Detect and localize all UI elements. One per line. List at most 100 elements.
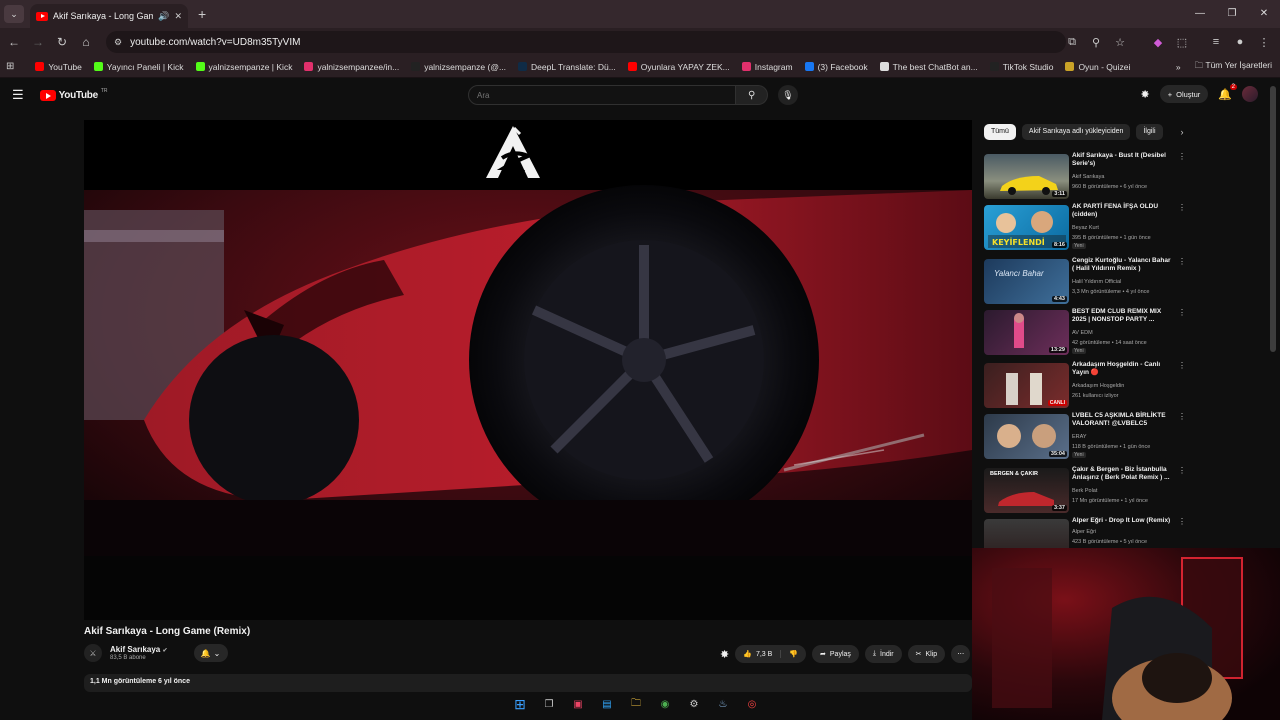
page-scrollbar[interactable] (1270, 86, 1276, 352)
chevron-right-icon[interactable]: › (1181, 127, 1184, 137)
rec-channel[interactable]: Halil Yıldırım Official (1072, 278, 1121, 286)
video-thumbnail[interactable] (984, 519, 1069, 549)
new-tab-button[interactable]: + (198, 6, 206, 22)
video-thumbnail[interactable]: 35:04 (984, 414, 1069, 459)
list-item[interactable]: 35:04 LVBEL C5 AŞKIMLA BİRLİKTE VALORANT… (984, 412, 1186, 460)
user-avatar[interactable] (1242, 86, 1258, 102)
share-button[interactable]: ➦ Paylaş (812, 645, 859, 663)
list-item[interactable]: BERGEN & ÇAKIR 3:37 Çakır & Bergen - Biz… (984, 466, 1186, 514)
app-icon-2[interactable]: ⚙ (684, 694, 704, 714)
menu-hamburger-icon[interactable]: ☰ (12, 87, 24, 103)
ai-sparkle-icon[interactable]: ✸ (1141, 88, 1150, 101)
rec-title[interactable]: BEST EDM CLUB REMIX MIX 2025 | NONSTOP P… (1072, 308, 1172, 324)
bookmark-quizei[interactable]: Oyun - Quizei (1060, 62, 1135, 72)
bookmark-youtube[interactable]: YouTube (30, 62, 86, 72)
bookmark-chatbot[interactable]: The best ChatBot an... (875, 62, 983, 72)
list-item[interactable]: KEYİFLENDİ 8:16 AK PARTİ FENA İFŞA OLDU … (984, 203, 1186, 251)
channel-avatar[interactable]: ⚔ (84, 644, 102, 662)
bookmark-tiktok-studio[interactable]: TikTok Studio (985, 62, 1059, 72)
bookmark-instagram-profile[interactable]: yalnizsempanzee/in... (299, 62, 404, 72)
back-icon[interactable]: ← (2, 35, 26, 49)
more-vertical-icon[interactable]: ⋮ (1178, 412, 1186, 421)
extension-icon[interactable]: ◆ (1148, 36, 1168, 49)
bookmark-facebook[interactable]: (3) Facebook (800, 62, 873, 72)
more-vertical-icon[interactable]: ⋮ (1178, 203, 1186, 212)
video-thumbnail[interactable]: 3:11 (984, 154, 1069, 199)
rec-channel[interactable]: Akif Sarıkaya (1072, 173, 1104, 181)
search-button[interactable]: ⚲ (736, 85, 768, 105)
list-item[interactable]: CANLI Arkadaşım Hoşgeldin - Canlı Yayın … (984, 361, 1186, 409)
more-vertical-icon[interactable]: ⋮ (1178, 361, 1186, 370)
bookmark-ai-games[interactable]: Oyunlara YAPAY ZEK... (623, 62, 735, 72)
restore-button[interactable]: ❐ (1216, 0, 1248, 28)
dislike-button[interactable]: 👎 (781, 650, 806, 658)
bookmark-star-icon[interactable]: ☆ (1110, 36, 1130, 49)
tab-search-button[interactable]: ⌄ (4, 5, 24, 23)
more-vertical-icon[interactable]: ⋮ (1178, 466, 1186, 475)
list-item[interactable]: Alper Eğri - Drop It Low (Remix) Alper E… (984, 517, 1184, 549)
more-vertical-icon[interactable]: ⋮ (1178, 308, 1186, 317)
rec-title[interactable]: Cengiz Kurtoğlu - Yalancı Bahar ( Halil … (1072, 257, 1172, 273)
rec-title[interactable]: AK PARTİ FENA İFŞA OLDU (cidden) (1072, 203, 1172, 219)
video-frame[interactable] (84, 120, 972, 556)
browser-menu-icon[interactable]: ⋮ (1254, 36, 1274, 49)
file-explorer-icon[interactable]: 🗀 (626, 694, 646, 714)
steam-icon[interactable]: ♨ (713, 694, 733, 714)
notifications-bell-icon[interactable]: 🔔 2 (1218, 83, 1237, 101)
video-thumbnail[interactable]: 13:29 (984, 310, 1069, 355)
bookmark-kick-panel[interactable]: Yayıncı Paneli | Kick (89, 62, 189, 72)
youtube-logo[interactable]: YouTube TR (39, 88, 108, 101)
more-vertical-icon[interactable]: ⋮ (1178, 257, 1186, 266)
close-window-button[interactable]: ✕ (1248, 0, 1280, 28)
download-button[interactable]: ⤓ İndir (864, 645, 902, 663)
reload-icon[interactable]: ↻ (50, 35, 74, 49)
close-tab-icon[interactable]: ✕ (174, 11, 182, 22)
create-button[interactable]: + Oluştur (1159, 85, 1209, 103)
site-info-icon[interactable]: ⚙ (114, 37, 122, 48)
profile-icon[interactable]: ● (1230, 36, 1250, 48)
rec-channel[interactable]: Arkadaşım Hoşgeldin (1072, 382, 1124, 390)
more-bookmarks-chevron-icon[interactable]: » (1176, 62, 1181, 72)
home-icon[interactable]: ⌂ (74, 35, 98, 49)
bookmark-tiktok-profile[interactable]: yalnizsempanze (@... (406, 62, 511, 72)
rec-channel[interactable]: Alper Eğri (1072, 528, 1096, 536)
rec-title[interactable]: Alper Eğri - Drop It Low (Remix) (1072, 517, 1172, 525)
bookmark-instagram[interactable]: Instagram (737, 62, 798, 72)
forward-icon[interactable]: → (26, 35, 50, 49)
rec-title[interactable]: Arkadaşım Hoşgeldin - Canlı Yayın 🔴 (1072, 361, 1172, 377)
store-icon[interactable]: ▤ (597, 694, 617, 714)
rec-channel[interactable]: ERAY (1072, 433, 1087, 441)
more-vertical-icon[interactable]: ⋮ (1178, 152, 1186, 161)
browser-active-icon[interactable]: ◎ (742, 694, 762, 714)
list-item[interactable]: 13:29 BEST EDM CLUB REMIX MIX 2025 | NON… (984, 308, 1186, 356)
clip-button[interactable]: ✂ Klip (907, 645, 946, 663)
search-input[interactable] (468, 85, 737, 105)
bookmark-deepl[interactable]: DeepL Translate: Dü... (513, 62, 621, 72)
video-thumbnail[interactable]: KEYİFLENDİ 8:16 (984, 205, 1069, 250)
video-thumbnail[interactable]: Yalancı Bahar 4:43 (984, 259, 1069, 304)
like-button[interactable]: 👍 7,3 B (735, 650, 782, 658)
rec-channel[interactable]: Beyaz Kurt (1072, 224, 1099, 232)
reading-list-icon[interactable]: ≡ (1206, 36, 1226, 48)
browser-tab[interactable]: Akif Sarıkaya - Long Game 🔊 ✕ (30, 4, 188, 28)
rec-title[interactable]: Çakır & Bergen - Biz İstanbulla Anlaşırı… (1072, 466, 1172, 482)
extensions-puzzle-icon[interactable]: ⬚ (1172, 36, 1192, 49)
cast-icon[interactable]: ⧉ (1062, 36, 1082, 49)
more-actions-button[interactable]: ⋯ (951, 645, 971, 663)
channel-name[interactable]: Akif Sarıkaya ✔ (110, 645, 168, 654)
list-item[interactable]: 3:11 Akif Sarıkaya - Bust It (Desibel Se… (984, 152, 1186, 200)
chip-all[interactable]: Tümü (984, 124, 1016, 140)
rec-title[interactable]: Akif Sarıkaya - Bust It (Desibel Serie's… (1072, 152, 1172, 168)
voice-search-mic-icon[interactable]: 🎙 (778, 85, 798, 105)
list-item[interactable]: Yalancı Bahar 4:43 Cengiz Kurtoğlu - Yal… (984, 257, 1186, 305)
chip-from-uploader[interactable]: Akif Sarıkaya adlı yükleyiciden (1021, 124, 1131, 140)
chrome-icon[interactable]: ◉ (655, 694, 675, 714)
ai-sparkle-action-icon[interactable]: ✸ (720, 648, 729, 661)
rec-channel[interactable]: Berk Polat (1072, 487, 1097, 495)
rec-title[interactable]: LVBEL C5 AŞKIMLA BİRLİKTE VALORANT! @LVB… (1072, 412, 1172, 428)
rec-channel[interactable]: AV EDM (1072, 329, 1093, 337)
bookmark-kick-channel[interactable]: yalnizsempanze | Kick (191, 62, 298, 72)
more-vertical-icon[interactable]: ⋮ (1178, 517, 1184, 526)
video-player[interactable] (84, 120, 972, 620)
all-bookmarks-folder[interactable]: 🗀 Tüm Yer İşaretleri (1195, 60, 1272, 74)
